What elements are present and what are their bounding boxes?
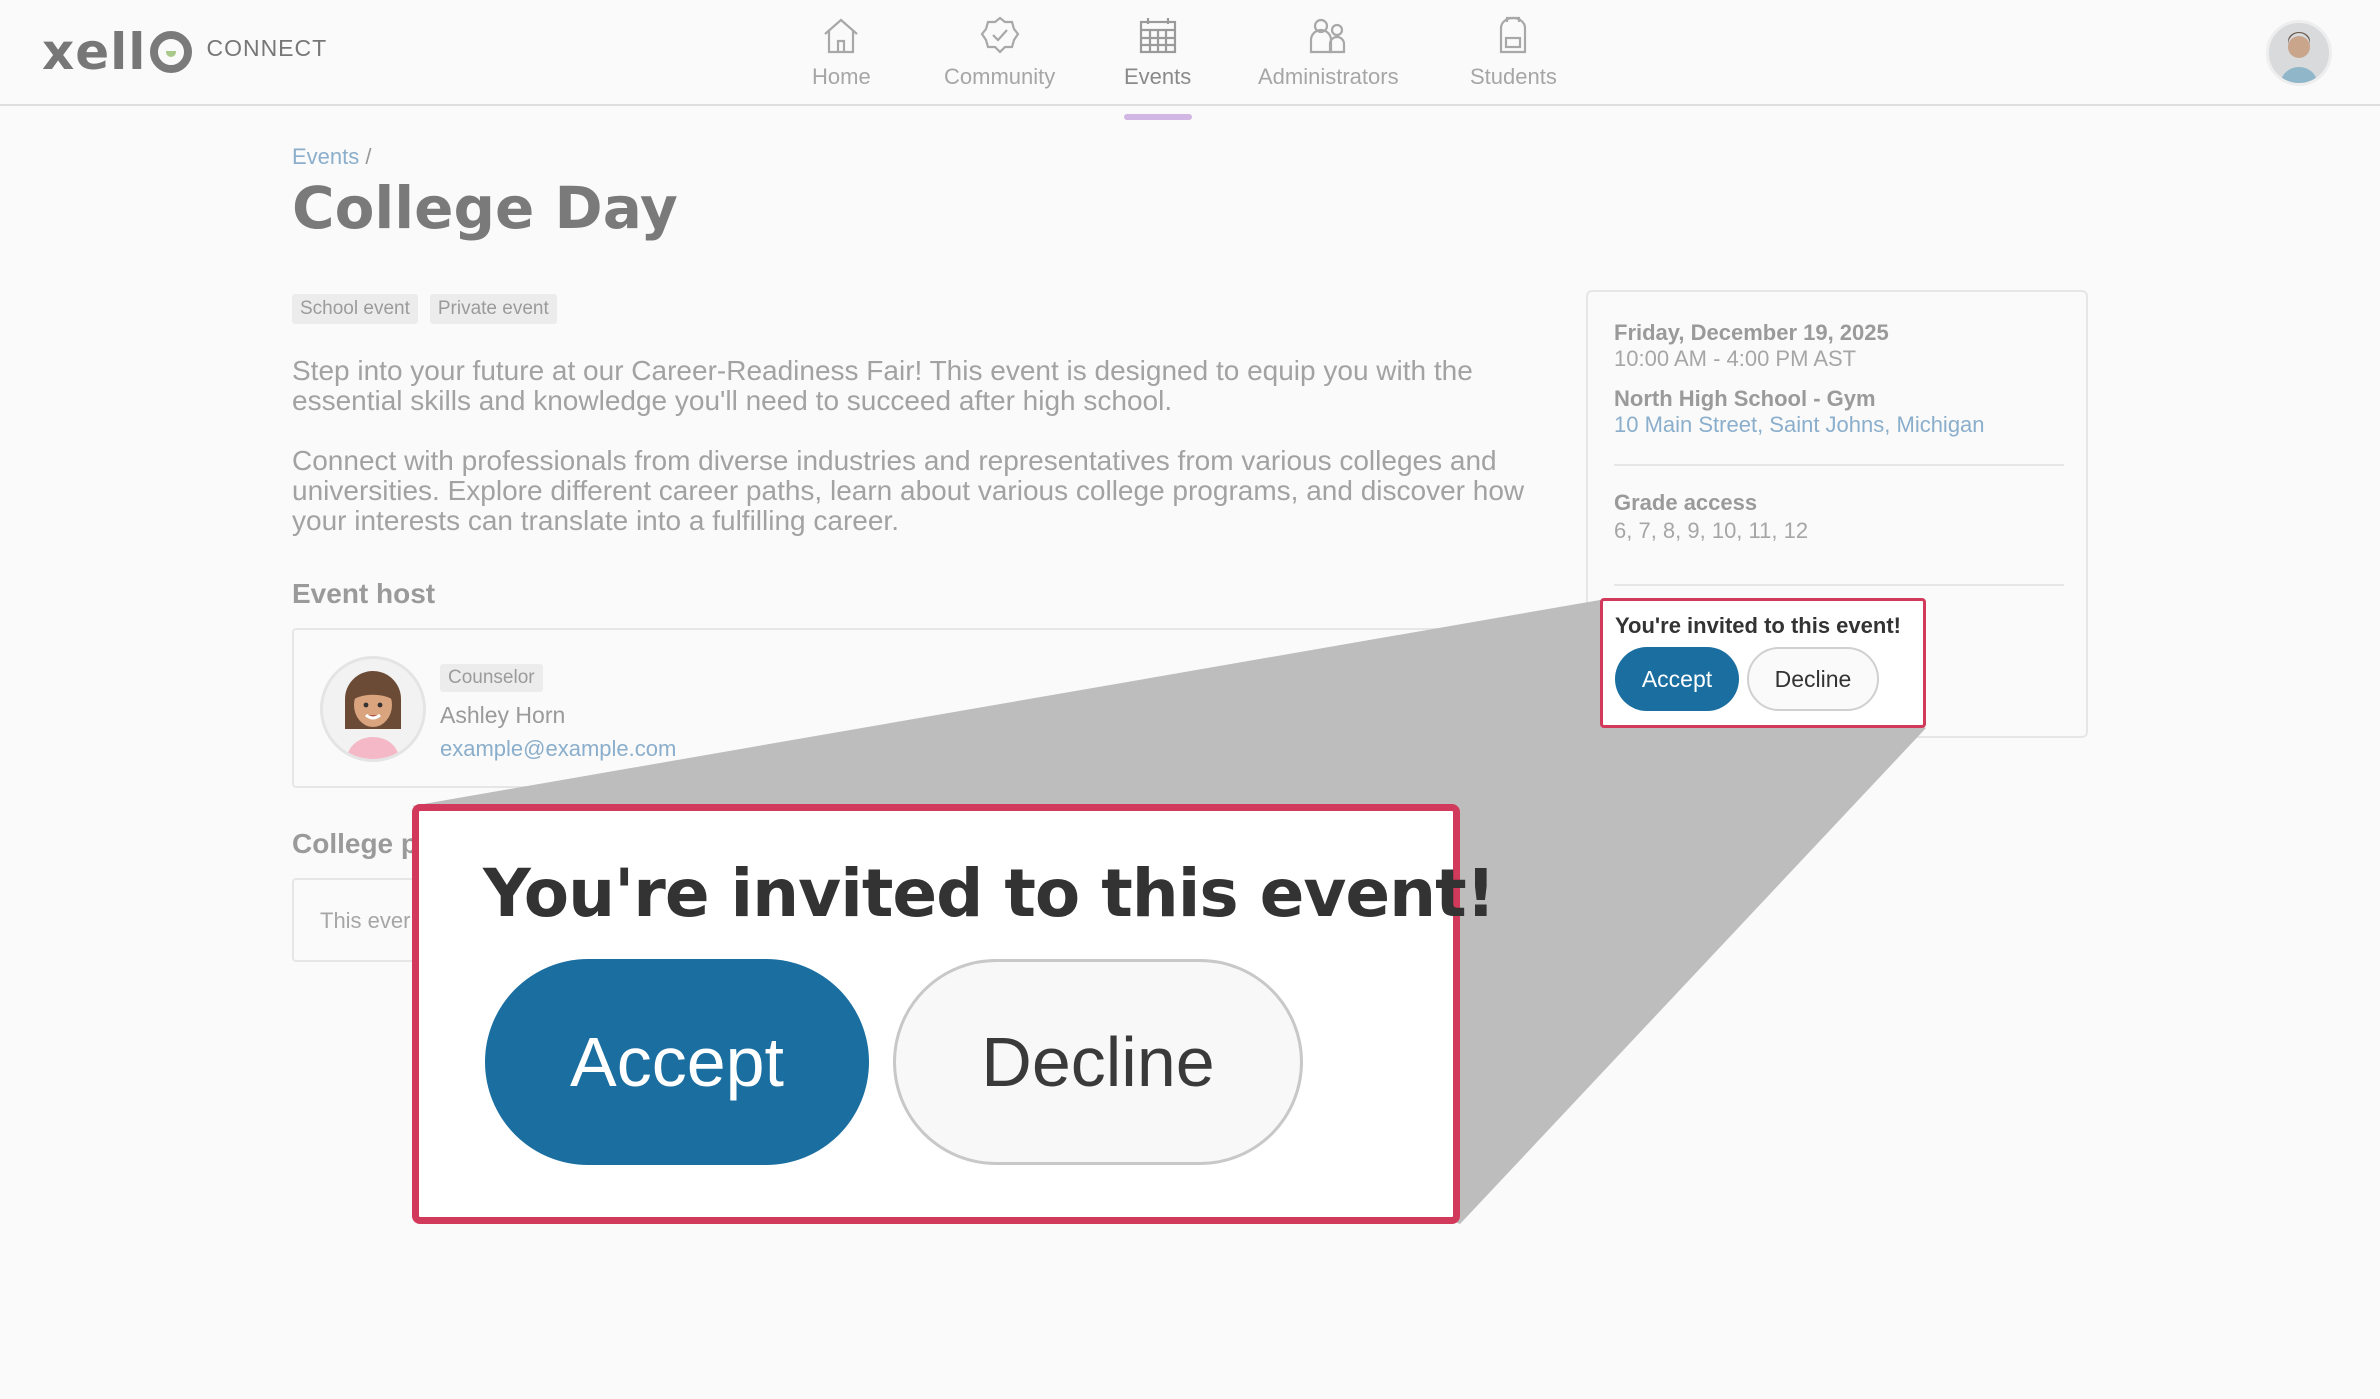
accept-button-zoomed[interactable]: Accept	[485, 959, 869, 1165]
decline-button[interactable]: Decline	[1747, 647, 1879, 711]
decline-button-zoomed[interactable]: Decline	[893, 959, 1303, 1165]
accept-button[interactable]: Accept	[1615, 647, 1739, 711]
invite-zoom-callout: You're invited to this event! Accept Dec…	[412, 804, 1496, 1224]
invite-panel: You're invited to this event! Accept Dec…	[1600, 598, 1926, 728]
invite-text: You're invited to this event!	[1615, 613, 1901, 638]
invite-text-zoomed: You're invited to this event!	[483, 855, 1496, 932]
